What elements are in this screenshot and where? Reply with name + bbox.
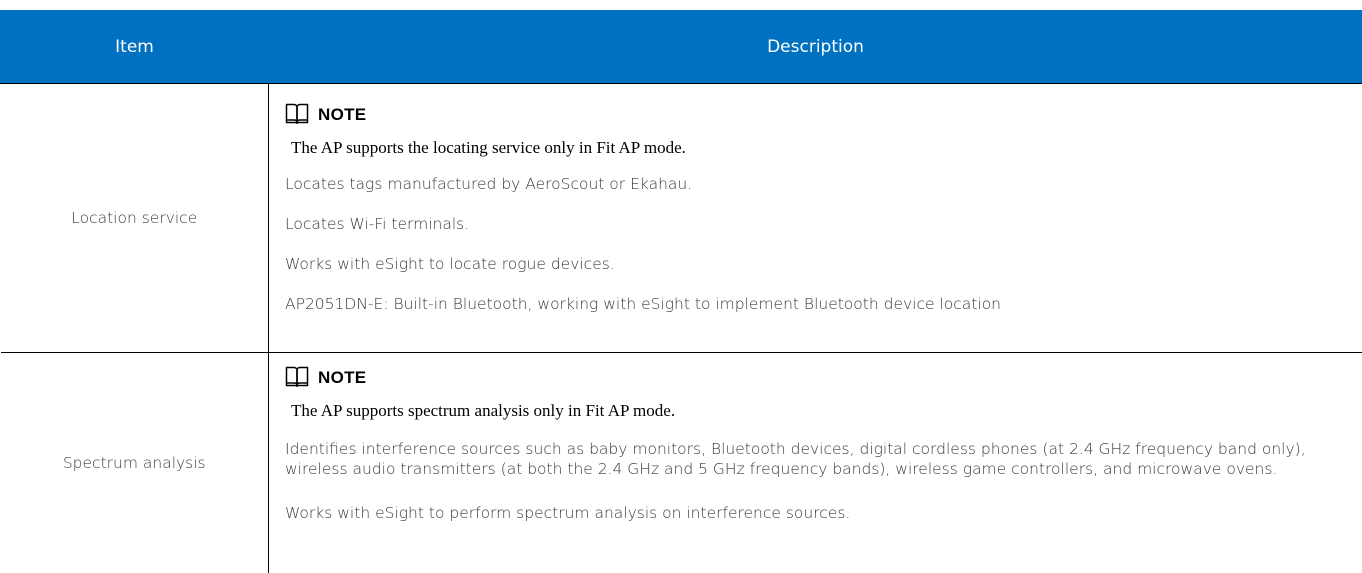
note-label: NOTE [318, 368, 366, 388]
book-icon [285, 365, 309, 387]
book-icon [285, 102, 309, 124]
header-description: Description [269, 11, 1362, 84]
description-cell: NOTE The AP supports the locating servic… [269, 84, 1362, 353]
note-text: The AP supports spectrum analysis only i… [291, 401, 1343, 421]
description-paragraph: Locates tags manufactured by AeroScout o… [285, 174, 1343, 194]
description-cell: NOTE The AP supports spectrum analysis o… [269, 353, 1362, 573]
table-header-row: Item Description [1, 11, 1362, 84]
description-paragraph: Locates Wi-Fi terminals. [285, 214, 1343, 234]
description-paragraph: AP2051DN-E: Built-in Bluetooth, working … [285, 294, 1343, 314]
description-paragraph: Works with eSight to locate rogue device… [285, 254, 1343, 274]
description-paragraph: Works with eSight to perform spectrum an… [285, 503, 1343, 523]
feature-table: Item Description Location service NOTE T… [0, 10, 1362, 573]
table-row: Location service NOTE The AP supports th… [1, 84, 1362, 353]
header-item: Item [1, 11, 269, 84]
note-header: NOTE [285, 364, 1343, 388]
item-cell: Location service [1, 84, 269, 353]
note-text: The AP supports the locating service onl… [291, 138, 1343, 158]
item-cell: Spectrum analysis [1, 353, 269, 573]
description-paragraph: Identifies interference sources such as … [285, 439, 1343, 479]
table-row: Spectrum analysis NOTE The AP supports s… [1, 353, 1362, 573]
note-label: NOTE [318, 105, 366, 125]
note-header: NOTE [285, 101, 1343, 125]
